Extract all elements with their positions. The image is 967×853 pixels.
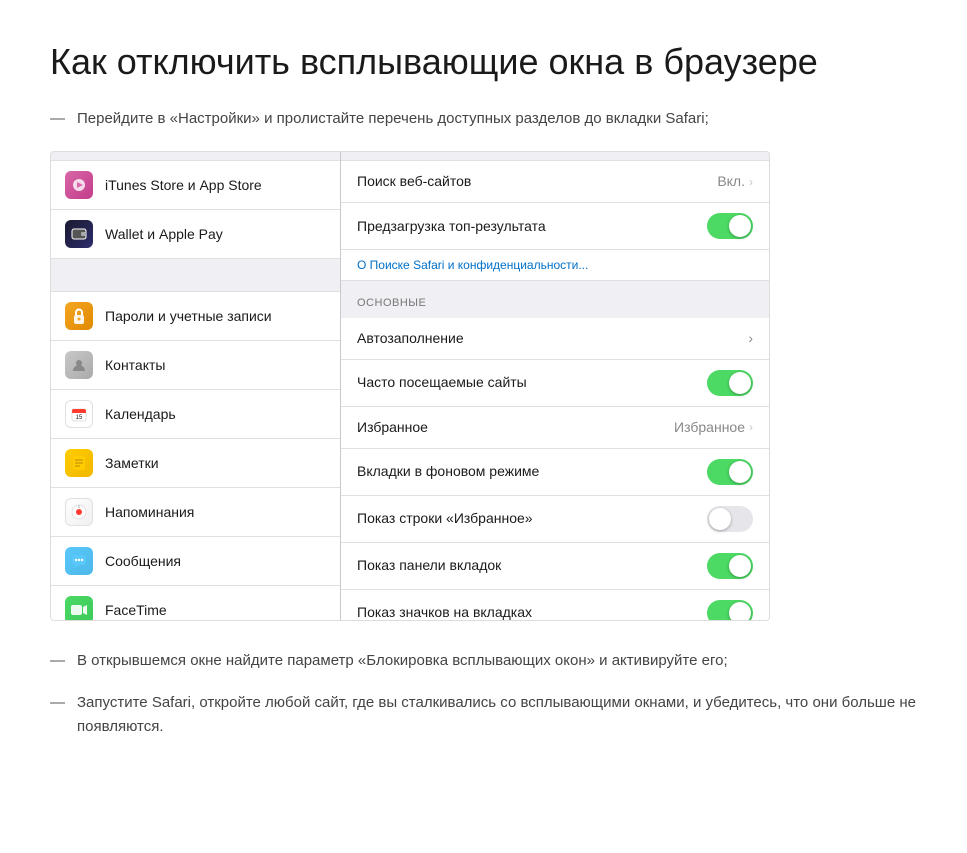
- wallet-icon: [65, 220, 93, 248]
- favorites-chevron: ›: [749, 418, 753, 436]
- calendar-icon: 15: [65, 400, 93, 428]
- bullet-text-1: Перейдите в «Настройки» и пролистайте пе…: [77, 107, 709, 131]
- show-fav-toggle[interactable]: [707, 506, 753, 532]
- facetime-label: FaceTime: [105, 600, 167, 621]
- search-value: Вкл. ›: [717, 171, 753, 192]
- settings-content: Поиск веб-сайтов Вкл. › Предзагрузка топ…: [341, 152, 769, 620]
- bullet-3: — Запустите Safari, откройте любой сайт,…: [50, 691, 917, 739]
- favorites-value: Избранное ›: [674, 417, 753, 438]
- itunes-icon: [65, 171, 93, 199]
- show-tabs-row[interactable]: Показ панели вкладок: [341, 543, 769, 590]
- bg-tabs-label: Вкладки в фоновом режиме: [357, 461, 539, 482]
- frequent-label: Часто посещаемые сайты: [357, 372, 527, 393]
- sidebar-item-contacts[interactable]: Контакты: [51, 341, 340, 390]
- sidebar-item-passwords[interactable]: Пароли и учетные записи: [51, 291, 340, 341]
- preload-row[interactable]: Предзагрузка топ-результата: [341, 203, 769, 250]
- contacts-label: Контакты: [105, 355, 165, 376]
- passwords-label: Пароли и учетные записи: [105, 306, 272, 327]
- privacy-link[interactable]: О Поиске Safari и конфиденциальности...: [341, 250, 769, 281]
- autofill-row[interactable]: Автозаполнение ›: [341, 318, 769, 360]
- sidebar-separator-1: [51, 263, 340, 291]
- search-row[interactable]: Поиск веб-сайтов Вкл. ›: [341, 160, 769, 203]
- bullet-dash-1: —: [50, 107, 65, 131]
- favorites-row[interactable]: Избранное Избранное ›: [341, 407, 769, 449]
- sidebar-item-reminders[interactable]: Напоминания: [51, 488, 340, 537]
- bullet-text-2: В открывшемся окне найдите параметр «Бло…: [77, 649, 728, 673]
- settings-group-1: iTunes Store и App Store Wallet и Apple …: [51, 160, 340, 259]
- frequent-row[interactable]: Часто посещаемые сайты: [341, 360, 769, 407]
- bullet-2: — В открывшемся окне найдите параметр «Б…: [50, 649, 917, 673]
- reminders-icon: [65, 498, 93, 526]
- show-icons-toggle[interactable]: [707, 600, 753, 621]
- preload-label: Предзагрузка топ-результата: [357, 216, 546, 237]
- favorites-label: Избранное: [357, 417, 428, 438]
- svg-text:15: 15: [76, 415, 83, 421]
- messages-label: Сообщения: [105, 551, 181, 572]
- show-icons-label: Показ значков на вкладках: [357, 602, 532, 620]
- show-tabs-toggle[interactable]: [707, 553, 753, 579]
- itunes-label: iTunes Store и App Store: [105, 175, 262, 196]
- show-fav-row[interactable]: Показ строки «Избранное»: [341, 496, 769, 543]
- page-title: Как отключить всплывающие окна в браузер…: [50, 40, 917, 83]
- sidebar-item-calendar[interactable]: 15 Календарь: [51, 390, 340, 439]
- show-fav-label: Показ строки «Избранное»: [357, 508, 533, 529]
- contacts-icon: [65, 351, 93, 379]
- preload-toggle[interactable]: [707, 213, 753, 239]
- sidebar-item-facetime[interactable]: FaceTime: [51, 586, 340, 621]
- autofill-chevron: ›: [748, 328, 753, 349]
- facetime-icon: [65, 596, 93, 621]
- bullet-dash-3: —: [50, 691, 65, 739]
- bg-tabs-row[interactable]: Вкладки в фоновом режиме: [341, 449, 769, 496]
- search-chevron: ›: [749, 173, 753, 191]
- notes-icon: [65, 449, 93, 477]
- calendar-label: Календарь: [105, 404, 176, 425]
- sidebar-item-itunes[interactable]: iTunes Store и App Store: [51, 160, 340, 210]
- sidebar-item-messages[interactable]: Сообщения: [51, 537, 340, 586]
- bullet-dash-2: —: [50, 649, 65, 673]
- section-main-header: ОСНОВНЫЕ: [341, 281, 769, 318]
- passwords-icon: [65, 302, 93, 330]
- show-icons-row[interactable]: Показ значков на вкладках: [341, 590, 769, 621]
- wallet-label: Wallet и Apple Pay: [105, 224, 223, 245]
- sidebar-item-wallet[interactable]: Wallet и Apple Pay: [51, 210, 340, 259]
- bg-tabs-toggle[interactable]: [707, 459, 753, 485]
- settings-screenshot: iTunes Store и App Store Wallet и Apple …: [50, 151, 770, 621]
- settings-sidebar: iTunes Store и App Store Wallet и Apple …: [51, 152, 341, 620]
- frequent-toggle[interactable]: [707, 370, 753, 396]
- reminders-label: Напоминания: [105, 502, 194, 523]
- notes-label: Заметки: [105, 453, 159, 474]
- bullet-text-3: Запустите Safari, откройте любой сайт, г…: [77, 691, 917, 739]
- settings-group-2: Пароли и учетные записи Контакты: [51, 291, 340, 621]
- autofill-label: Автозаполнение: [357, 328, 464, 349]
- show-tabs-label: Показ панели вкладок: [357, 555, 501, 576]
- bullet-1: — Перейдите в «Настройки» и пролистайте …: [50, 107, 917, 131]
- sidebar-item-notes[interactable]: Заметки: [51, 439, 340, 488]
- search-label: Поиск веб-сайтов: [357, 171, 471, 192]
- messages-icon: [65, 547, 93, 575]
